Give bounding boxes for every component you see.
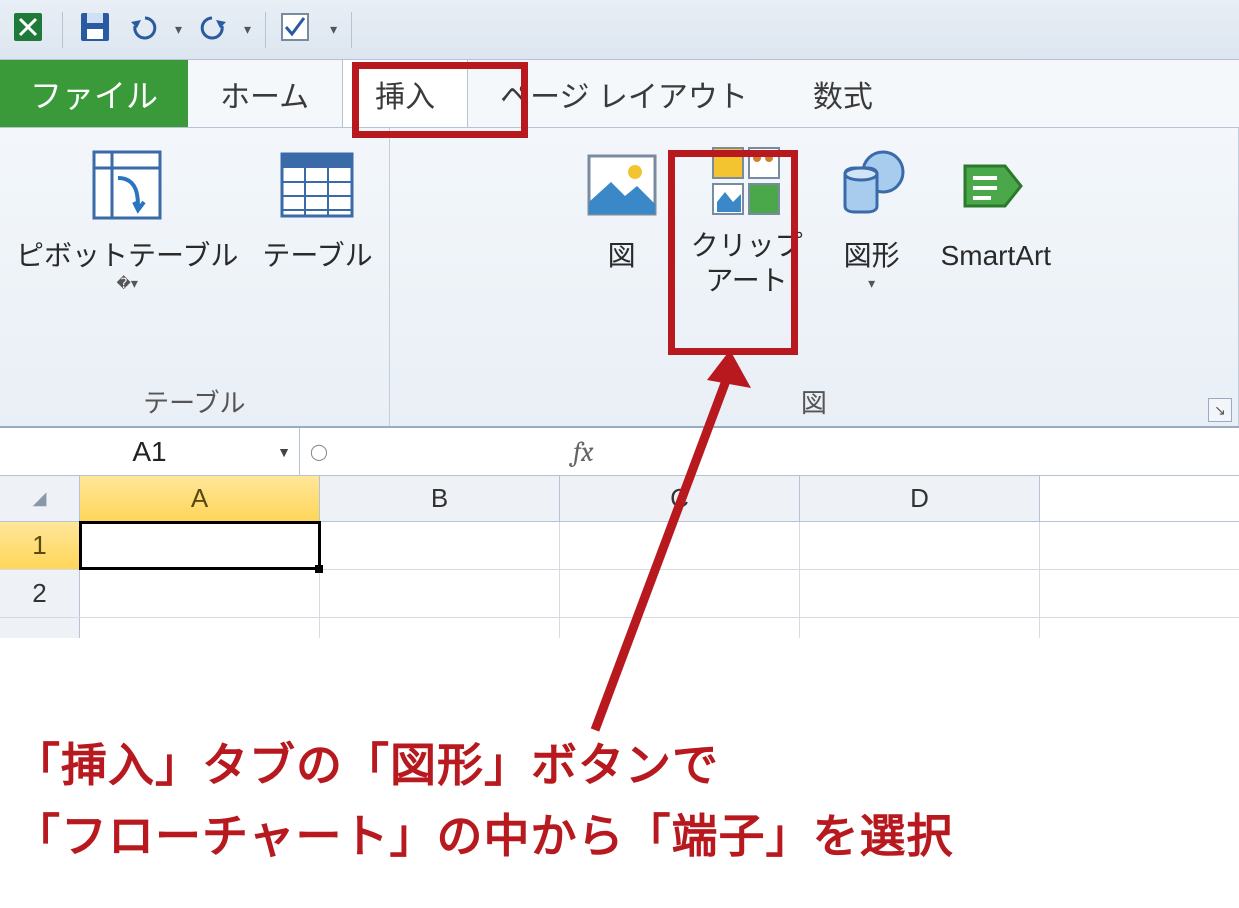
fx-expand-icon[interactable]: ◯: [310, 442, 328, 462]
qat-customize-dropdown[interactable]: ▾: [330, 21, 337, 38]
shapes-label: 図形: [844, 238, 900, 273]
clipart-label-2: アート: [705, 263, 787, 298]
tab-formulas[interactable]: 数式: [781, 60, 906, 127]
cell-a1[interactable]: [80, 522, 320, 569]
row-1: 1: [0, 522, 1239, 570]
annotation-text: 「挿入」タブの「図形」ボタンで 「フローチャート」の中から「端子」を選択: [14, 730, 954, 873]
row-partial: [0, 618, 1239, 638]
group-tables-label: テーブル: [10, 381, 379, 422]
cell-d3[interactable]: [800, 618, 1040, 638]
row-2: 2: [0, 570, 1239, 618]
illustrations-launcher-icon[interactable]: ↘: [1208, 398, 1232, 422]
fx-icon[interactable]: fx: [573, 436, 593, 468]
col-header-a[interactable]: A: [80, 476, 320, 521]
tab-insert[interactable]: 挿入: [342, 60, 468, 127]
tab-home[interactable]: ホーム: [188, 60, 342, 127]
pivot-table-button[interactable]: ピボットテーブル �▾: [10, 136, 244, 294]
pivot-table-icon: [82, 142, 172, 232]
tab-page-layout[interactable]: ページ レイアウト: [468, 60, 781, 127]
group-illustrations: 図 クリップ アート: [390, 128, 1239, 426]
redo-dropdown[interactable]: ▾: [244, 21, 251, 38]
checkbox-icon[interactable]: [280, 12, 310, 47]
quick-access-toolbar: ▾ ▾ ▾: [0, 0, 1239, 60]
smartart-label: SmartArt: [941, 238, 1051, 273]
shapes-dropdown-icon: ▾: [868, 275, 875, 292]
cell-c1[interactable]: [560, 522, 800, 569]
picture-label: 図: [608, 238, 636, 273]
row-header-2[interactable]: 2: [0, 570, 80, 617]
clipart-label-1: クリップ: [691, 228, 803, 263]
cell-a3[interactable]: [80, 618, 320, 638]
cell-b3[interactable]: [320, 618, 560, 638]
cell-c3[interactable]: [560, 618, 800, 638]
table-button[interactable]: テーブル: [256, 136, 378, 275]
redo-icon[interactable]: [196, 12, 230, 47]
cell-c2[interactable]: [560, 570, 800, 617]
cell-b2[interactable]: [320, 570, 560, 617]
shapes-button[interactable]: 図形 ▾: [821, 136, 923, 294]
table-label: テーブル: [262, 238, 372, 273]
pivot-dropdown-icon: �▾: [116, 275, 137, 292]
group-illustrations-label: 図: [400, 381, 1228, 422]
cell-d2[interactable]: [800, 570, 1040, 617]
shapes-icon: [827, 142, 917, 232]
clipart-icon: [707, 142, 787, 222]
worksheet-grid: ◢ A B C D 1 2: [0, 476, 1239, 638]
undo-dropdown[interactable]: ▾: [175, 21, 182, 38]
col-header-d[interactable]: D: [800, 476, 1040, 521]
ribbon: ピボットテーブル �▾ テーブル テーブル: [0, 128, 1239, 428]
name-box-dropdown-icon[interactable]: ▼: [277, 444, 291, 460]
name-box-value: A1: [132, 436, 166, 468]
pivot-table-label: ピボットテーブル: [16, 238, 238, 273]
save-icon[interactable]: [77, 9, 113, 50]
row-header-1[interactable]: 1: [0, 522, 80, 569]
picture-button[interactable]: 図: [571, 136, 673, 275]
cell-d1[interactable]: [800, 522, 1040, 569]
clipart-button[interactable]: クリップ アート: [685, 136, 809, 300]
annotation-line-1: 「挿入」タブの「図形」ボタンで: [14, 730, 954, 801]
excel-logo-icon: [8, 7, 48, 52]
select-all-corner[interactable]: ◢: [0, 476, 80, 521]
name-box[interactable]: A1 ▼: [0, 428, 300, 475]
cell-a2[interactable]: [80, 570, 320, 617]
cell-b1[interactable]: [320, 522, 560, 569]
smartart-icon: [951, 142, 1041, 232]
annotation-line-2: 「フローチャート」の中から「端子」を選択: [14, 801, 954, 872]
row-header-partial[interactable]: [0, 618, 80, 638]
group-tables: ピボットテーブル �▾ テーブル テーブル: [0, 128, 390, 426]
col-header-b[interactable]: B: [320, 476, 560, 521]
ribbon-tabs: ファイル ホーム 挿入 ページ レイアウト 数式: [0, 60, 1239, 128]
table-icon: [272, 142, 362, 232]
smartart-button[interactable]: SmartArt: [935, 136, 1057, 275]
col-header-c[interactable]: C: [560, 476, 800, 521]
undo-icon[interactable]: [127, 12, 161, 47]
column-headers: ◢ A B C D: [0, 476, 1239, 522]
tab-file[interactable]: ファイル: [0, 60, 188, 127]
picture-icon: [577, 142, 667, 232]
formula-bar: A1 ▼ ◯ fx: [0, 428, 1239, 476]
